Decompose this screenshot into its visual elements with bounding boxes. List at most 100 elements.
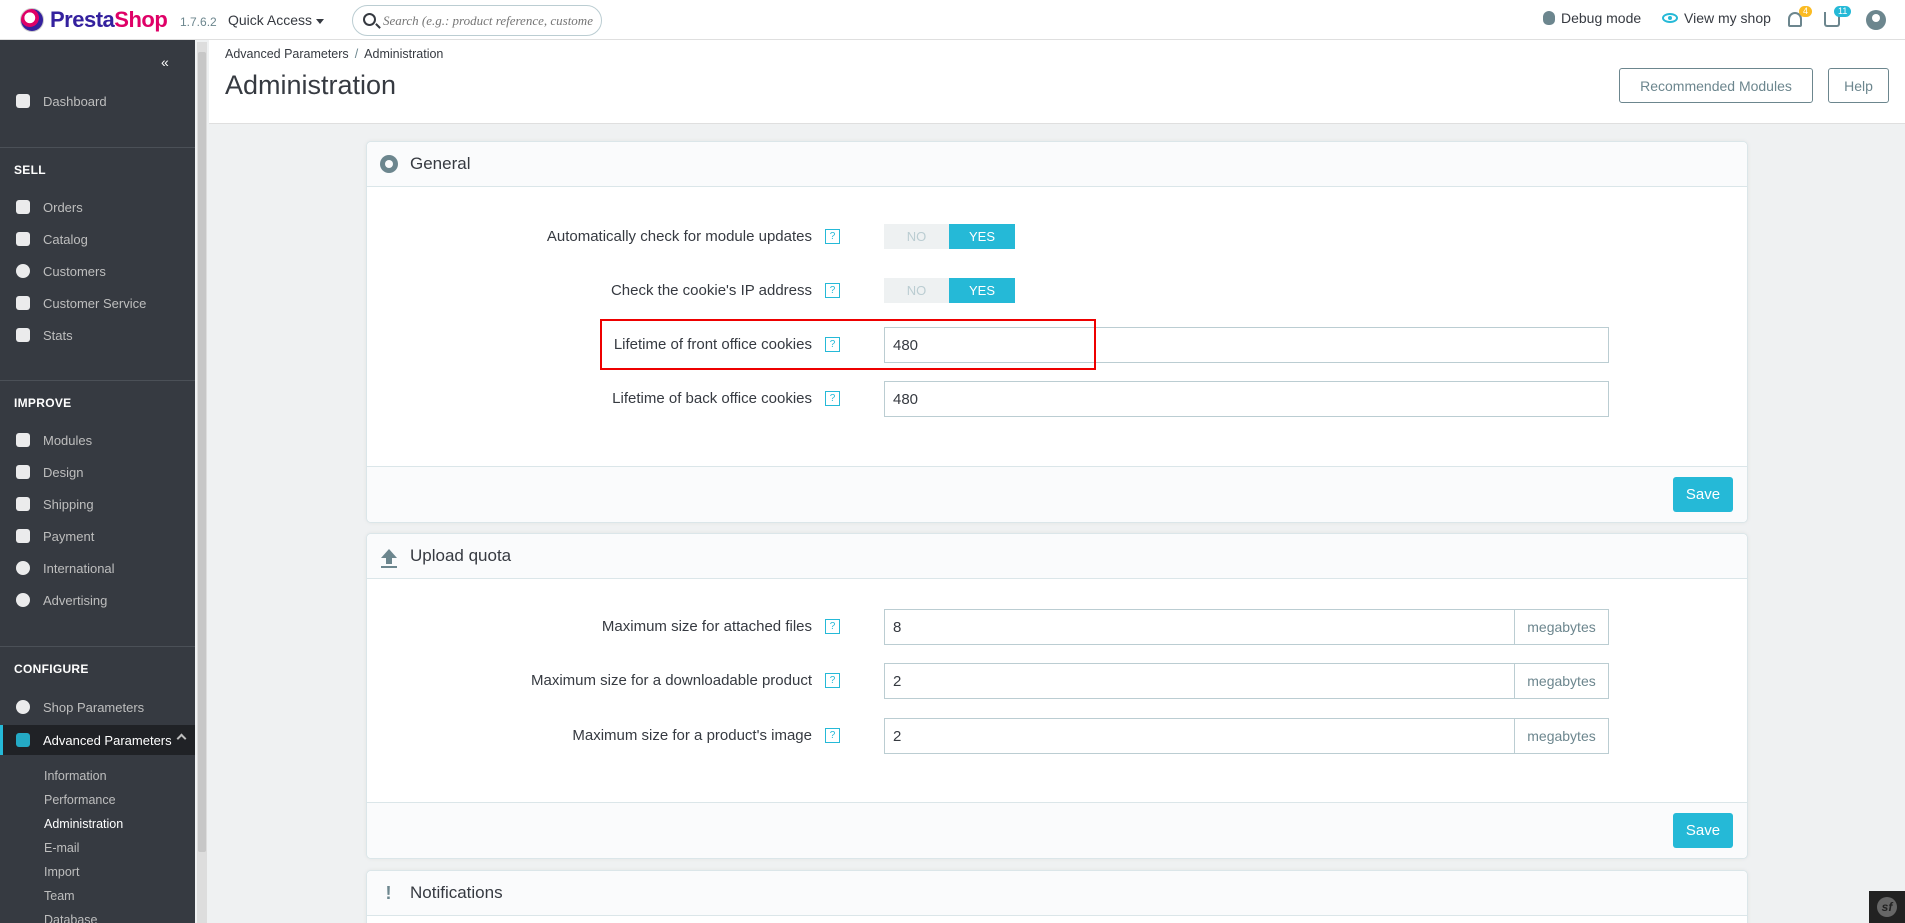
symfony-debug-icon[interactable]: sf: [1869, 891, 1905, 923]
help-icon[interactable]: ?: [825, 619, 840, 634]
notifications-panel: ! Notifications: [366, 870, 1748, 923]
gear-icon: [379, 155, 398, 173]
recommended-modules-button[interactable]: Recommended Modules: [1619, 68, 1813, 103]
downloadable-product-input[interactable]: 2: [884, 663, 1515, 699]
gear-icon: [16, 700, 30, 714]
settings-applications-icon: [16, 733, 30, 747]
sidebar-item-advertising[interactable]: Advertising: [0, 586, 195, 614]
label-cookie-ip: Check the cookie's IP address: [610, 282, 812, 299]
sidebar-item-customer-service[interactable]: Customer Service: [0, 289, 195, 317]
section-sell: SELL: [14, 163, 46, 177]
notifications-panel-title: Notifications: [410, 883, 503, 902]
debug-mode-link[interactable]: Debug mode: [1543, 10, 1641, 26]
label-downloadable-product: Maximum size for a downloadable product: [531, 672, 812, 689]
attached-files-input[interactable]: 8: [884, 609, 1515, 645]
upload-quota-panel-footer: Save: [367, 802, 1747, 858]
form-row-back-cookies: Lifetime of back office cookies ? 480: [367, 381, 1747, 417]
collapse-sidebar-icon[interactable]: «: [161, 54, 169, 70]
help-icon[interactable]: ?: [825, 391, 840, 406]
form-row-module-updates: Automatically check for module updates ?…: [367, 219, 1747, 255]
help-icon[interactable]: ?: [825, 229, 840, 244]
sidebar-item-orders[interactable]: Orders: [0, 193, 195, 221]
truck-icon: [16, 497, 30, 511]
sidebar-item-modules[interactable]: Modules: [0, 426, 195, 454]
breadcrumb-advanced-parameters[interactable]: Advanced Parameters: [225, 47, 349, 61]
sub-item-team[interactable]: Team: [44, 889, 75, 903]
basket-icon: [16, 200, 30, 214]
help-icon[interactable]: ?: [825, 337, 840, 352]
notifications-panel-header: ! Notifications: [367, 871, 1747, 916]
sub-item-import[interactable]: Import: [44, 865, 79, 879]
upload-icon: [380, 548, 397, 568]
version-label: 1.7.6.2: [180, 15, 217, 29]
save-button[interactable]: Save: [1673, 813, 1733, 848]
logo-text-presta: Presta: [50, 7, 115, 32]
sub-item-email[interactable]: E-mail: [44, 841, 79, 855]
toggle-no[interactable]: NO: [884, 224, 949, 249]
help-icon[interactable]: ?: [825, 283, 840, 298]
quick-access-label: Quick Access: [228, 12, 313, 28]
scrollbar-thumb[interactable]: [198, 52, 206, 852]
back-cookies-input[interactable]: 480: [884, 381, 1609, 417]
section-configure: CONFIGURE: [14, 662, 89, 676]
sidebar-item-customers[interactable]: Customers: [0, 257, 195, 285]
help-icon[interactable]: ?: [825, 728, 840, 743]
sidebar-item-stats[interactable]: Stats: [0, 321, 195, 349]
label-product-image: Maximum size for a product's image: [572, 727, 812, 744]
chevron-up-icon: [176, 733, 187, 744]
sidebar-item-shop-parameters[interactable]: Shop Parameters: [0, 693, 195, 721]
sidebar-item-dashboard[interactable]: Dashboard: [0, 87, 195, 115]
front-cookies-input[interactable]: 480: [884, 327, 1609, 363]
toggle-yes[interactable]: YES: [949, 224, 1015, 249]
quick-access-dropdown[interactable]: Quick Access: [228, 12, 325, 28]
help-icon[interactable]: ?: [825, 673, 840, 688]
general-panel: General Automatically check for module u…: [366, 141, 1748, 523]
sidebar-item-catalog[interactable]: Catalog: [0, 225, 195, 253]
toggle-no[interactable]: NO: [884, 278, 949, 303]
general-panel-title: General: [410, 154, 471, 173]
prestashop-logo[interactable]: PrestaShop: [20, 7, 168, 32]
product-image-input[interactable]: 2: [884, 718, 1515, 754]
search-box[interactable]: [352, 5, 602, 36]
unit-addon: megabytes: [1514, 718, 1609, 754]
sidebar-item-design[interactable]: Design: [0, 458, 195, 486]
trend-icon: [16, 94, 30, 108]
page-title: Administration: [225, 70, 397, 100]
cart-badge: 11: [1834, 6, 1852, 17]
debug-mode-label: Debug mode: [1561, 10, 1642, 26]
breadcrumb-administration[interactable]: Administration: [364, 47, 443, 61]
sub-item-information[interactable]: Information: [44, 769, 107, 783]
sub-item-performance[interactable]: Performance: [44, 793, 116, 807]
account-icon: [16, 264, 30, 278]
module-updates-toggle[interactable]: NO YES: [884, 224, 1015, 249]
form-row-cookie-ip: Check the cookie's IP address ? NO YES: [367, 273, 1747, 309]
top-header: PrestaShop 1.7.6.2 Quick Access Debug mo…: [0, 0, 1905, 40]
sidebar-item-shipping[interactable]: Shipping: [0, 490, 195, 518]
view-shop-label: View my shop: [1684, 10, 1771, 26]
sub-item-administration[interactable]: Administration: [44, 817, 123, 831]
label-back-cookies: Lifetime of back office cookies: [612, 390, 812, 407]
sidebar: « Dashboard SELL Orders Catalog Customer…: [0, 40, 195, 923]
label-attached-files: Maximum size for attached files: [601, 618, 812, 635]
sidebar-item-international[interactable]: International: [0, 554, 195, 582]
help-button[interactable]: Help: [1828, 68, 1889, 103]
upload-quota-panel: Upload quota Maximum size for attached f…: [366, 533, 1748, 859]
save-button[interactable]: Save: [1673, 477, 1733, 512]
sidebar-item-payment[interactable]: Payment: [0, 522, 195, 550]
exclamation-icon: !: [385, 882, 392, 903]
user-avatar-icon[interactable]: [1866, 10, 1886, 30]
cookie-ip-toggle[interactable]: NO YES: [884, 278, 1015, 303]
view-shop-link[interactable]: View my shop: [1662, 10, 1771, 26]
sidebar-item-advanced-parameters[interactable]: Advanced Parameters: [0, 725, 195, 755]
store-icon: [16, 232, 30, 246]
breadcrumb: Advanced Parameters / Administration: [225, 47, 444, 61]
search-input[interactable]: [383, 10, 593, 32]
toggle-yes[interactable]: YES: [949, 278, 1015, 303]
chat-icon: [16, 296, 30, 310]
sub-item-database[interactable]: Database: [44, 913, 98, 923]
form-row-downloadable-product: Maximum size for a downloadable product …: [367, 663, 1747, 699]
sidebar-scrollbar[interactable]: [197, 42, 207, 923]
general-panel-footer: Save: [367, 466, 1747, 522]
form-row-product-image: Maximum size for a product's image ? 2 m…: [367, 718, 1747, 754]
bug-icon: [1543, 11, 1555, 25]
